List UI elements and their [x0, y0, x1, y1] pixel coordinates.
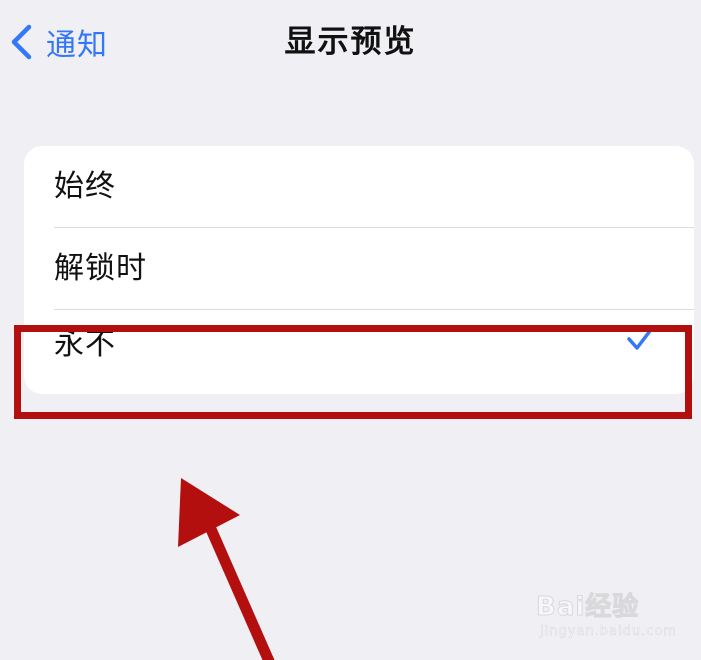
option-label: 始终	[54, 169, 116, 204]
preview-options-list: 始终 解锁时 永不	[24, 146, 694, 394]
option-label: 永不	[54, 327, 116, 362]
option-label: 解锁时	[54, 251, 147, 286]
option-always[interactable]: 始终	[24, 146, 694, 228]
watermark-brand: Bai经验	[535, 592, 640, 623]
screen: 通知 显示预览 始终 解锁时 永不 Bai经验 jingyan.baidu.co…	[0, 0, 701, 660]
checkmark-icon	[626, 324, 656, 356]
option-when-unlocked[interactable]: 解锁时	[24, 228, 694, 310]
option-never[interactable]: 永不	[24, 310, 694, 394]
baidu-jingyan-watermark: Bai经验 jingyan.baidu.com	[535, 586, 696, 646]
page-title: 显示预览	[284, 24, 417, 60]
watermark-url: jingyan.baidu.com	[540, 624, 677, 640]
